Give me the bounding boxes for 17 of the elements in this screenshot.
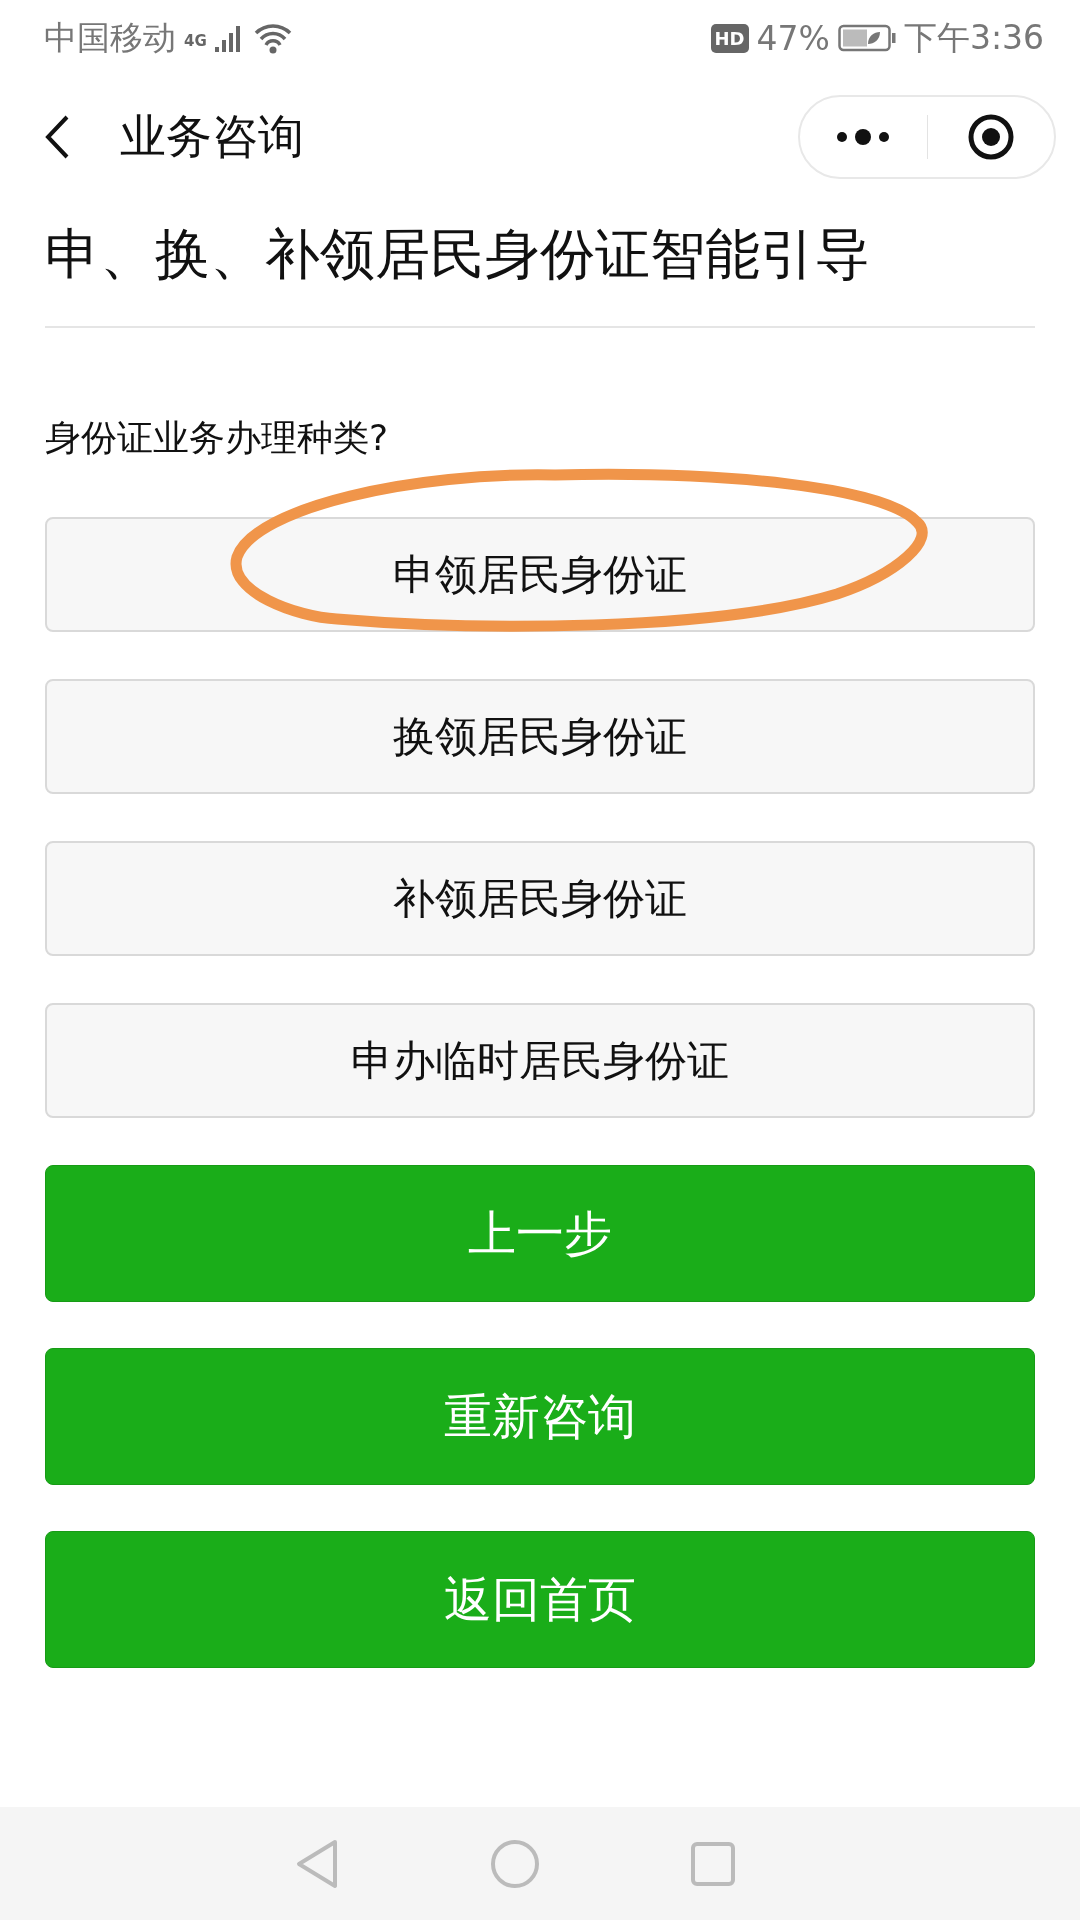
battery-percent: 47% — [756, 18, 830, 58]
question: 身份证业务办理种类? — [45, 416, 390, 460]
battery-icon — [837, 24, 896, 52]
page-title: 业务咨询 — [120, 108, 305, 165]
more-icon[interactable] — [836, 129, 891, 145]
wifi-icon — [252, 22, 293, 54]
hd-icon: HD — [710, 23, 749, 53]
close-icon[interactable] — [966, 113, 1015, 161]
option-button[interactable]: 申领居民身份证 — [45, 517, 1035, 632]
back-icon[interactable] — [44, 115, 70, 159]
heading: 申、换、补领居民身份证智能引导 — [45, 218, 1035, 328]
option-button[interactable]: 换领居民身份证 — [45, 679, 1035, 794]
option-button[interactable]: 申办临时居民身份证 — [45, 1003, 1035, 1118]
clock: 下午3:36 — [903, 16, 1044, 59]
network-type: 4G — [184, 31, 207, 50]
carrier-name: 中国移动 — [44, 16, 176, 59]
option-button[interactable]: 补领居民身份证 — [45, 841, 1035, 956]
